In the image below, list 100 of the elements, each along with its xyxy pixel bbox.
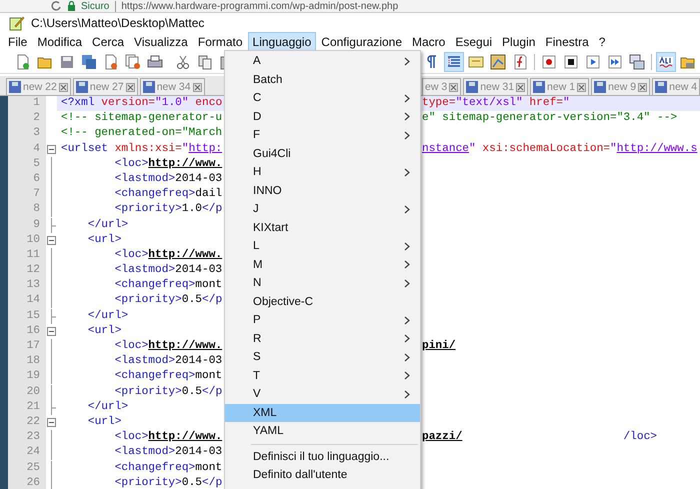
line-number: 18 — [8, 354, 46, 370]
line-number: 9 — [8, 218, 46, 233]
menu-item[interactable]: N — [225, 274, 420, 292]
menu-item[interactable]: C — [225, 89, 420, 108]
close-icon[interactable] — [516, 82, 526, 92]
code-line: <lastmod>2014-03 — [114, 263, 224, 278]
line-number: 3 — [8, 126, 46, 142]
tab-label: new 22 — [23, 81, 57, 93]
code-line: <lastmod>2014-03 — [114, 445, 224, 460]
tab-label: new 1 — [547, 81, 576, 93]
menu-item[interactable]: M — [225, 256, 420, 274]
menu-item[interactable]: Visualizza — [129, 32, 193, 51]
code-line: <priority>0.5</p — [114, 384, 224, 400]
menu-item[interactable]: Formato — [192, 32, 248, 51]
code-line: e" sitemap-generator-version="3.4" --> — [422, 111, 678, 126]
menu-item[interactable]: Esegui — [450, 32, 498, 51]
menu-item[interactable]: ? — [594, 32, 610, 51]
indent-guide-icon — [446, 54, 462, 70]
close-icon[interactable] — [192, 82, 202, 92]
close-files-button[interactable] — [123, 52, 143, 72]
windows-icon — [629, 54, 645, 70]
code-line: </url> — [86, 218, 130, 232]
menu-item[interactable]: Gui4Cli — [225, 144, 420, 163]
floppy-disks-icon — [81, 54, 97, 70]
url-text[interactable]: https://www.hardware-programmi.com/wp-admin/post-new.php — [121, 0, 398, 12]
code-line: pini/ — [422, 339, 457, 354]
function-icon — [512, 54, 528, 70]
spellcheck-button[interactable] — [656, 52, 676, 72]
code-line: <priority>1.0</p — [114, 202, 224, 218]
line-number: 11 — [8, 248, 46, 264]
menu-item[interactable]: Macro — [407, 32, 450, 51]
line-number: 15 — [8, 308, 46, 324]
menu-item[interactable]: YAML — [225, 422, 420, 440]
menu-item[interactable]: H — [225, 163, 420, 182]
menu-item[interactable]: Definito dall'utente — [225, 466, 420, 484]
refresh-icon[interactable] — [50, 1, 62, 11]
menu-item[interactable]: Plugin — [497, 32, 540, 51]
line-number: 25 — [8, 460, 46, 476]
menu-item[interactable]: Objective-C — [225, 292, 420, 311]
printer-icon — [147, 54, 163, 70]
line-number: 5 — [8, 156, 46, 172]
menu-item[interactable]: INNO — [225, 182, 420, 200]
map-button[interactable] — [488, 52, 508, 72]
line-number: 24 — [8, 445, 46, 460]
code-line: <url> — [86, 414, 122, 430]
close-icon[interactable] — [638, 82, 648, 92]
menu-item[interactable]: F — [225, 126, 420, 144]
line-number: 2 — [8, 111, 46, 126]
map-icon — [490, 54, 506, 70]
menu-item[interactable]: Finestra — [540, 32, 594, 51]
menu-item[interactable]: R — [225, 330, 420, 348]
close-icon[interactable] — [449, 82, 458, 92]
line-number: 1 — [8, 96, 46, 112]
menu-item[interactable]: J — [225, 200, 420, 218]
code-line: </url> — [86, 308, 130, 324]
line-number: 6 — [8, 172, 46, 188]
menu-item[interactable]: D — [225, 108, 420, 126]
menu-item[interactable]: Batch — [225, 70, 420, 89]
indent-guide-button[interactable] — [444, 52, 464, 72]
code-line: <loc>http://www. — [114, 156, 224, 172]
notepad-icon — [9, 14, 25, 30]
close-icon[interactable] — [126, 82, 135, 92]
menu-item[interactable]: P — [225, 311, 420, 330]
line-number: 17 — [8, 339, 46, 354]
menu-item[interactable]: KIXtart — [225, 218, 420, 237]
code-line: <!-- sitemap-generator-u — [60, 111, 224, 126]
tab-label: new 31 — [480, 81, 514, 93]
menu-item[interactable]: File — [3, 32, 32, 51]
line-number: 13 — [8, 278, 46, 294]
menu-item[interactable]: Definisci il tuo linguaggio... — [225, 448, 420, 466]
chevron-right-icon — [404, 56, 410, 66]
windows-button[interactable] — [627, 52, 647, 72]
line-number: 20 — [8, 384, 46, 400]
menu-item[interactable]: T — [225, 366, 420, 385]
stop-icon — [563, 54, 579, 70]
menu-item[interactable]: L — [225, 237, 420, 256]
play-icon — [585, 54, 601, 70]
menu-item[interactable]: Configurazione — [316, 32, 407, 51]
menu-item[interactable]: Linguaggio — [248, 32, 316, 51]
menu-item[interactable]: S — [225, 348, 420, 366]
line-number: 26 — [8, 476, 46, 489]
close-file-icon — [103, 54, 119, 70]
code-line: <lastmod>2014-03 — [114, 354, 224, 370]
menu-item[interactable]: Cerca — [87, 32, 130, 51]
menu-item[interactable]: XML — [225, 404, 420, 422]
line-number: 7 — [8, 187, 46, 202]
menu-item[interactable]: V — [225, 385, 420, 404]
code-line: <urlset xmlns:xsi="http: — [60, 142, 224, 157]
line-number: 12 — [8, 263, 46, 278]
tab-label: new 34 — [156, 81, 191, 93]
code-line: <lastmod>2014-03 — [114, 172, 224, 187]
close-icon[interactable] — [58, 82, 68, 92]
close-files-icon — [125, 54, 141, 70]
menu-item[interactable]: Modifica — [32, 32, 88, 51]
menu-item[interactable]: A — [225, 52, 420, 70]
close-icon[interactable] — [577, 82, 586, 92]
code-line: <!-- generated-on="March — [60, 126, 224, 142]
chevron-right-icon — [404, 168, 410, 177]
lock-icon — [67, 1, 76, 11]
floppy-disks-button[interactable] — [79, 52, 99, 72]
